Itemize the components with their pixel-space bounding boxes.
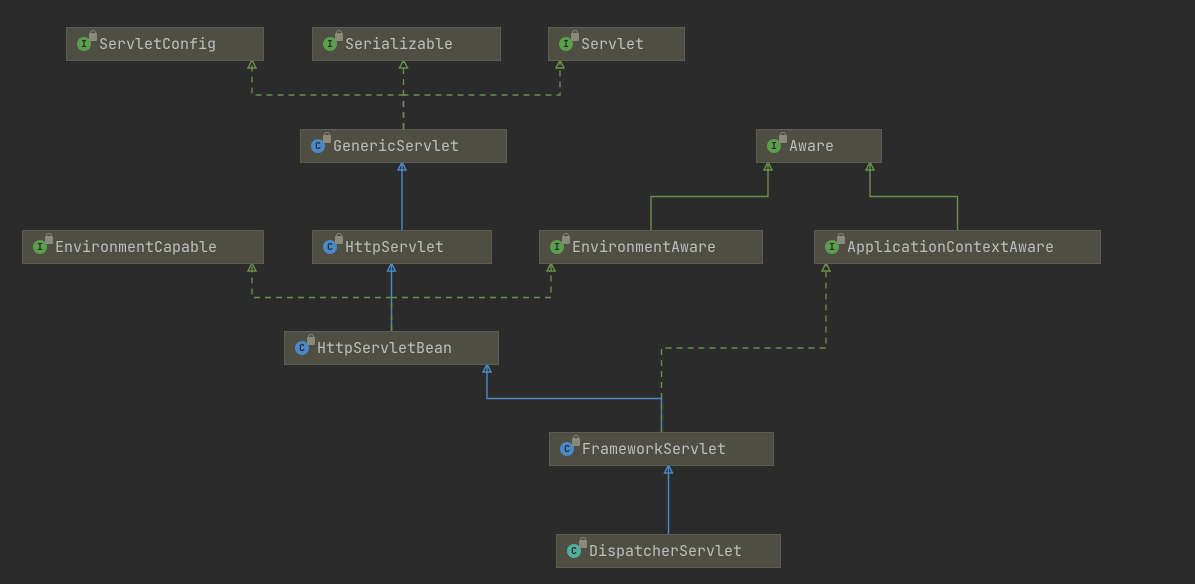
class-icon: C bbox=[565, 542, 583, 560]
node-label: Servlet bbox=[581, 34, 644, 54]
lock-icon bbox=[335, 33, 343, 41]
class-icon: C bbox=[321, 238, 339, 256]
node-label: FrameworkServlet bbox=[582, 439, 726, 459]
edge-httpServletBean-to-envAware bbox=[392, 264, 552, 331]
lock-icon bbox=[323, 135, 331, 143]
node-serializable[interactable]: I Serializable bbox=[312, 27, 501, 61]
node-servlet[interactable]: I Servlet bbox=[548, 27, 685, 61]
edge-envAware-to-aware bbox=[651, 163, 768, 230]
node-label: GenericServlet bbox=[333, 136, 459, 156]
lock-icon bbox=[335, 236, 343, 244]
interface-icon: I bbox=[321, 35, 339, 53]
node-label: EnvironmentAware bbox=[572, 237, 716, 257]
interface-icon: I bbox=[557, 35, 575, 53]
node-httpServletBean[interactable]: C HttpServletBean bbox=[284, 331, 499, 365]
edge-genericServlet-to-servletConfig bbox=[252, 61, 404, 129]
node-label: Serializable bbox=[345, 34, 453, 54]
node-envCapable[interactable]: I EnvironmentCapable bbox=[22, 230, 264, 264]
edge-appCtxAware-to-aware bbox=[870, 163, 958, 230]
node-envAware[interactable]: I EnvironmentAware bbox=[539, 230, 763, 264]
lock-icon bbox=[579, 540, 587, 548]
class-icon: C bbox=[558, 440, 576, 458]
node-appCtxAware[interactable]: I ApplicationContextAware bbox=[814, 230, 1101, 264]
edge-httpServletBean-to-envCapable bbox=[252, 264, 392, 331]
node-label: ServletConfig bbox=[99, 34, 216, 54]
lock-icon bbox=[572, 438, 580, 446]
uml-diagram-canvas: I ServletConfig I Serializable I Servlet C Gene… bbox=[0, 0, 1195, 584]
node-httpServlet[interactable]: C HttpServlet bbox=[312, 230, 492, 264]
node-label: ApplicationContextAware bbox=[847, 237, 1054, 257]
lock-icon bbox=[837, 236, 845, 244]
edge-frameworkServlet-to-appCtxAware bbox=[662, 264, 827, 432]
lock-icon bbox=[571, 33, 579, 41]
lock-icon bbox=[307, 337, 315, 345]
interface-icon: I bbox=[765, 137, 783, 155]
node-label: HttpServlet bbox=[345, 237, 444, 257]
lock-icon bbox=[562, 236, 570, 244]
interface-icon: I bbox=[548, 238, 566, 256]
node-dispatcherServlet[interactable]: C DispatcherServlet bbox=[556, 534, 781, 568]
edge-frameworkServlet-to-httpServletBean bbox=[487, 365, 662, 432]
lock-icon bbox=[45, 236, 53, 244]
node-label: Aware bbox=[789, 136, 834, 156]
node-aware[interactable]: I Aware bbox=[756, 129, 882, 163]
lock-icon bbox=[779, 135, 787, 143]
interface-icon: I bbox=[31, 238, 49, 256]
node-frameworkServlet[interactable]: C FrameworkServlet bbox=[549, 432, 774, 466]
node-label: DispatcherServlet bbox=[589, 541, 742, 561]
lock-icon bbox=[89, 33, 97, 41]
node-label: EnvironmentCapable bbox=[55, 237, 217, 257]
class-icon: C bbox=[293, 339, 311, 357]
interface-icon: I bbox=[823, 238, 841, 256]
interface-icon: I bbox=[75, 35, 93, 53]
connectors-layer bbox=[0, 0, 1195, 584]
node-label: HttpServletBean bbox=[317, 338, 452, 358]
node-genericServlet[interactable]: C GenericServlet bbox=[300, 129, 507, 163]
edge-genericServlet-to-servlet bbox=[404, 61, 561, 129]
node-servletConfig[interactable]: I ServletConfig bbox=[66, 27, 264, 61]
class-icon: C bbox=[309, 137, 327, 155]
